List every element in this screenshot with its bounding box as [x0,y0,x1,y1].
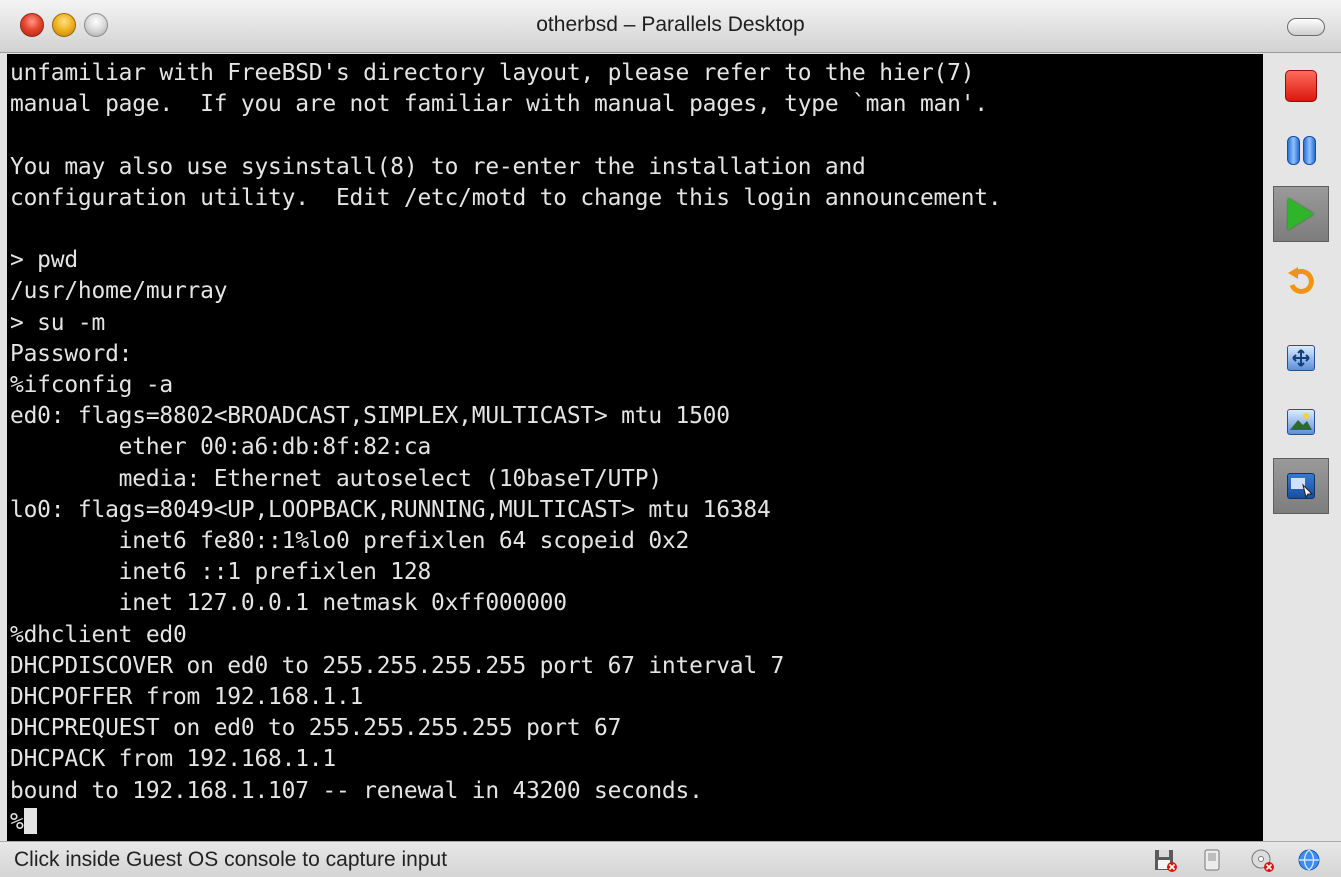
console-line: manual page. If you are not familiar wit… [10,91,988,118]
console-line: bound to 192.168.1.107 -- renewal in 432… [10,777,703,804]
console-prompt: % [10,808,24,835]
console-line: Password: [10,340,133,367]
console-cursor [23,807,37,834]
toolbar-toggle-button[interactable] [1287,18,1325,36]
floppy-disk-icon[interactable] [1153,848,1177,872]
fullscreen-icon [1287,345,1315,371]
title-bar[interactable]: otherbsd – Parallels Desktop [0,0,1341,53]
console-line: DHCPDISCOVER on ed0 to 255.255.255.255 p… [10,652,785,679]
console-line: /usr/home/murray [10,278,228,305]
stop-vm-button[interactable] [1273,58,1329,114]
console-line: configuration utility. Edit /etc/motd to… [10,184,1002,211]
status-message: Click inside Guest OS console to capture… [14,848,448,871]
console-line: inet 127.0.0.1 netmask 0xff000000 [10,590,567,617]
restart-icon [1288,267,1314,294]
console-line: ether 00:a6:db:8f:82:ca [10,434,432,461]
console-line: %dhclient ed0 [10,621,187,648]
pause-vm-button[interactable] [1273,122,1329,178]
play-icon [1288,198,1314,230]
console-line: DHCPACK from 192.168.1.1 [10,746,336,773]
console-line: inet6 fe80::1%lo0 prefixlen 64 scopeid 0… [10,528,690,555]
console-line: %ifconfig -a [10,372,173,399]
console-line: lo0: flags=8049<UP,LOOPBACK,RUNNING,MULT… [10,496,771,523]
parallels-window: otherbsd – Parallels Desktop unfamiliar … [0,0,1341,877]
console-line: You may also use sysinstall(8) to re-ent… [10,153,866,180]
console-line: ed0: flags=8802<BROADCAST,SIMPLEX,MULTIC… [10,403,730,430]
console-line: DHCPREQUEST on ed0 to 255.255.255.255 po… [10,715,622,742]
console-line: > pwd [10,247,78,274]
screenshot-icon [1287,409,1315,435]
coherence-icon [1287,473,1315,499]
pause-icon [1286,135,1316,165]
guest-os-console[interactable]: unfamiliar with FreeBSD's directory layo… [7,54,1263,841]
console-line: inet6 ::1 prefixlen 128 [10,559,432,586]
restart-vm-button[interactable] [1273,252,1329,308]
start-vm-button[interactable] [1273,186,1329,242]
coherence-button[interactable] [1273,458,1329,514]
window-title: otherbsd – Parallels Desktop [536,13,805,36]
console-line: DHCPOFFER from 192.168.1.1 [10,684,364,711]
vm-toolbar [1265,54,1341,841]
network-icon[interactable] [1297,848,1321,872]
stop-icon [1285,70,1317,102]
status-bar: Click inside Guest OS console to capture… [0,841,1341,877]
console-line: unfamiliar with FreeBSD's directory layo… [10,60,975,86]
cd-rom-icon[interactable] [1250,848,1274,872]
console-line: > su -m [10,309,106,336]
hard-disk-icon[interactable] [1200,848,1224,872]
screenshot-button[interactable] [1273,394,1329,450]
fullscreen-button[interactable] [1273,330,1329,386]
console-output: unfamiliar with FreeBSD's directory layo… [7,54,1263,838]
console-line: media: Ethernet autoselect (10baseT/UTP) [10,465,662,492]
